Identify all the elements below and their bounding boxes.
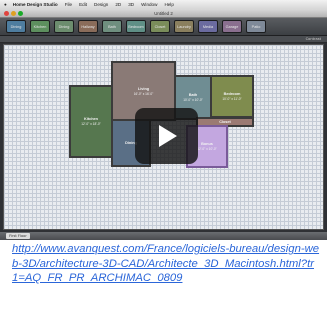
menu-help[interactable]: Help [164,2,173,7]
play-icon [159,125,177,147]
window-title: Untitled 2 [154,10,173,16]
room-name: Closet [219,120,231,124]
room-dims: 10'-0" x 10'-0" [183,98,203,102]
room-bedroom[interactable]: Bedroom 10'-0" x 11'-0" [210,75,254,118]
menu-edit[interactable]: Edit [79,2,87,7]
room-dims: 12'-0" x 18'-0" [81,122,101,126]
window-title-bar: Untitled 2 [0,9,327,18]
room-button-dining[interactable]: Dining [6,20,26,33]
menu-app-name[interactable]: Home Design Studio [13,2,58,7]
zoom-window-button[interactable] [18,11,23,16]
room-button-media[interactable]: Media [198,20,218,33]
room-kitchen[interactable]: Kitchen 12'-0" x 18'-0" [69,85,113,158]
menu-file[interactable]: File [65,2,72,7]
mac-menu-bar: ● Home Design Studio File Edit Design 2D… [0,0,327,9]
room-button-bedroom[interactable]: Bedroom [126,20,146,33]
contrast-label[interactable]: Contrast [306,36,321,43]
room-name: Bonus [201,142,213,146]
video-screenshot: ● Home Design Studio File Edit Design 2D… [0,0,327,240]
menu-window[interactable]: Window [141,2,157,7]
video-play-button[interactable] [135,108,198,164]
room-dims: 12'-0" x 10'-0" [197,147,217,151]
options-bar: Contrast [0,36,327,43]
product-link[interactable]: http://www.avanquest.com/France/logiciel… [12,242,320,286]
room-name: Kitchen [84,117,98,121]
window-controls [4,11,23,16]
menu-3d[interactable]: 3D [128,2,134,7]
room-name: Living [137,86,150,91]
room-button-kitchen[interactable]: Kitchen [30,20,50,33]
menu-2d[interactable]: 2D [115,2,121,7]
room-button-patio[interactable]: Patio [246,20,266,33]
close-window-button[interactable] [4,11,9,16]
room-button-dining-2[interactable]: Dining [54,20,74,33]
apple-menu-icon[interactable]: ● [4,2,7,7]
room-button-closet[interactable]: Closet [150,20,170,33]
room-button-hallway[interactable]: Hallway [78,20,98,33]
room-button-laundry[interactable]: Laundry [174,20,194,33]
minimize-window-button[interactable] [11,11,16,16]
first-floor-tab[interactable]: First Floor [6,233,30,239]
room-name: Bath [188,93,198,97]
room-button-bath[interactable]: Bath [102,20,122,33]
room-name: Bedroom [223,92,241,96]
floor-tab-bar: First Floor [0,232,327,240]
menu-design[interactable]: Design [94,2,108,7]
room-toolbar: Dining Kitchen Dining Hallway Bath Bedro… [0,18,327,36]
room-dims: 10'-0" x 11'-0" [222,97,242,101]
room-dims: 16'-0" x 16'-0" [133,91,154,96]
room-button-garage[interactable]: Garage [222,20,242,33]
